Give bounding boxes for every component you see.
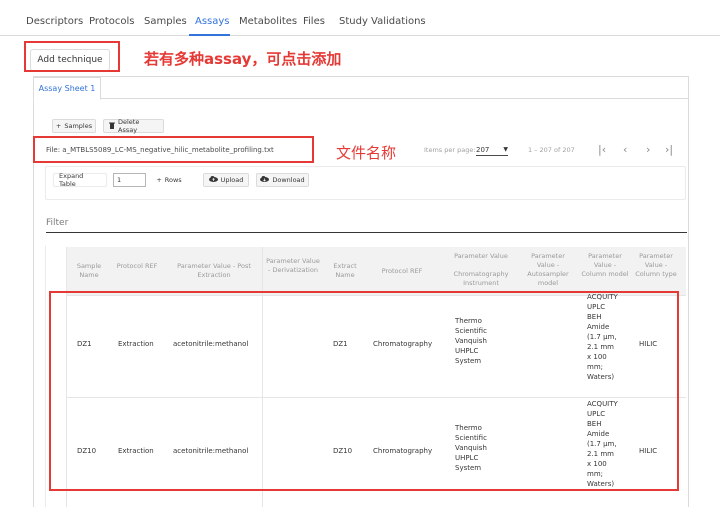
cell-post-extraction[interactable]: acetonitrile:methanol [173,446,248,456]
column-header-chromatography-instrument[interactable]: Parameter Value Chromatography Instrumen… [445,252,517,288]
cell-sample-name[interactable]: DZ10 [77,446,96,456]
cell-column-type[interactable]: HILIC [639,446,657,456]
items-per-page-label: Items per page: [424,146,476,154]
annotation-file-name: 文件名称 [336,144,397,162]
column-header-derivatization[interactable]: Parameter Value - Derivatization [266,257,320,275]
tab-files[interactable]: Files [303,16,325,27]
cell-post-extraction[interactable]: acetonitrile:methanol [173,339,248,349]
page-range-label: 1 – 207 of 207 [528,146,575,154]
cell-protocol-ref[interactable]: Extraction [118,446,154,456]
tab-descriptors[interactable]: Descriptors [26,16,83,27]
assay-sheet-tabs: Assay Sheet 1 [33,77,689,100]
download-button[interactable]: Download [256,173,309,187]
column-header-protocol-ref[interactable]: Protocol REF [115,262,159,271]
items-per-page-value: 207 [476,145,490,154]
column-header-sample-name[interactable]: Sample Name [70,262,108,280]
cell-chromatography-instrument[interactable]: Thermo Scientific Vanquish UHPLC System [455,423,487,473]
assay-file-name: File: a_MTBLS5089_LC-MS_negative_hilic_m… [46,146,274,154]
caret-down-icon: ▼ [503,146,508,153]
column-header-column-type[interactable]: Parameter Value - Column type [633,252,679,279]
filter-underline [46,232,687,233]
upload-button[interactable]: Upload [203,173,249,187]
delete-assay-label: Delete Assay [118,118,140,134]
cloud-download-icon [260,176,270,184]
column-header-autosampler-model[interactable]: Parameter Value - Autosampler model [523,252,573,288]
expand-table-label: Expand Table [59,172,84,188]
tab-samples[interactable]: Samples [144,16,187,27]
tab-assays[interactable]: Assays [195,16,230,27]
tab-assay-sheet-1[interactable]: Assay Sheet 1 [33,77,101,100]
download-label: Download [272,176,305,184]
trash-icon [109,122,115,131]
column-header-column-model[interactable]: Parameter Value - Column model [581,252,629,279]
column-divider [262,247,263,507]
expand-table-button[interactable]: Expand Table [53,172,107,188]
plus-icon: + [55,122,62,130]
next-page-icon[interactable]: › [646,143,650,156]
cell-protocol-ref-2[interactable]: Chromatography [373,339,432,349]
add-technique-button[interactable]: Add technique [30,49,110,71]
active-tab-indicator [189,34,230,36]
row-divider [66,397,686,398]
cell-extract-name[interactable]: DZ10 [333,446,352,456]
cell-column-type[interactable]: HILIC [639,339,657,349]
cell-column-model[interactable]: ACQUITY UPLC BEH Amide (1.7 μm, 2.1 mm x… [587,399,618,489]
upload-label: Upload [220,176,244,184]
cell-sample-name[interactable]: DZ1 [77,339,92,349]
add-rows-label: Rows [164,176,182,184]
samples-button-label: Samples [64,122,93,130]
column-header-protocol-ref-2[interactable]: Protocol REF [372,267,432,276]
column-divider [66,247,67,507]
cell-chromatography-instrument[interactable]: Thermo Scientific Vanquish UHPLC System [455,316,487,366]
tab-metabolites[interactable]: Metabolites [239,16,297,27]
last-page-icon[interactable]: ›| [665,143,673,156]
cell-extract-name[interactable]: DZ1 [333,339,348,349]
tab-protocols[interactable]: Protocols [89,16,135,27]
filter-input[interactable]: Filter [46,218,68,228]
study-tabs: Descriptors Protocols Samples Assays Met… [0,8,720,36]
annotation-add-assay: 若有多种assay，可点击添加 [144,50,342,68]
cloud-upload-icon [208,176,218,184]
rows-count-input[interactable]: 1 [113,173,146,187]
cell-column-model[interactable]: ACQUITY UPLC BEH Amide (1.7 μm, 2.1 mm x… [587,292,618,382]
add-samples-button[interactable]: + Samples [52,119,96,133]
plus-icon: + [156,176,162,184]
column-header-post-extraction[interactable]: Parameter Value - Post Extraction [170,262,258,280]
first-page-icon[interactable]: |‹ [598,143,606,156]
items-per-page-select[interactable]: 207 ▼ [476,144,508,156]
add-rows-button[interactable]: + Rows [149,173,189,187]
previous-page-icon[interactable]: ‹ [623,143,627,156]
delete-assay-button[interactable]: Delete Assay [103,118,164,134]
cell-protocol-ref-2[interactable]: Chromatography [373,446,432,456]
tab-study-validations[interactable]: Study Validations [339,16,426,27]
column-header-extract-name[interactable]: Extract Name [327,262,363,280]
cell-protocol-ref[interactable]: Extraction [118,339,154,349]
